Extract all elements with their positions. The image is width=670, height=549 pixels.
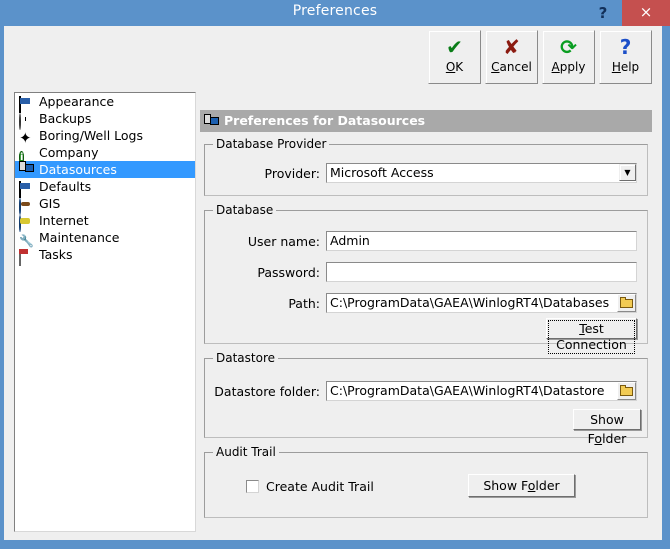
browse-datastore-folder-button[interactable] bbox=[617, 382, 636, 400]
check-icon: ✔ bbox=[446, 35, 463, 59]
chevron-down-icon[interactable]: ▼ bbox=[619, 164, 636, 181]
apply-button-label: Apply bbox=[551, 60, 586, 74]
sidebar-item-label: Backups bbox=[39, 111, 92, 126]
browse-folder-button[interactable] bbox=[617, 294, 636, 312]
close-icon[interactable]: × bbox=[622, 0, 670, 26]
sidebar-item-defaults[interactable]: Defaults bbox=[15, 178, 195, 198]
sidebar-item-label: Datasources bbox=[39, 162, 117, 177]
group-title: Database bbox=[213, 203, 277, 217]
title-bar: Preferences ? × bbox=[0, 0, 670, 26]
sidebar-item-label: Tasks bbox=[39, 247, 73, 262]
database-icon bbox=[19, 161, 35, 177]
audit-show-folder-button[interactable]: Show Folder bbox=[468, 474, 575, 497]
sidebar-item-label: Defaults bbox=[39, 179, 92, 194]
window-title: Preferences bbox=[292, 3, 378, 19]
group-title: Database Provider bbox=[213, 137, 330, 151]
group-title: Audit Trail bbox=[213, 445, 279, 459]
cancel-button[interactable]: ✘ Cancel bbox=[485, 30, 538, 84]
sidebar-item-label: Company bbox=[39, 145, 99, 160]
sidebar-item-label: GIS bbox=[39, 196, 61, 211]
datastore-show-folder-label: Show Folder bbox=[587, 412, 627, 446]
group-title: Datastore bbox=[213, 351, 279, 365]
test-connection-button[interactable]: Test Connection bbox=[546, 318, 637, 354]
ok-button[interactable]: ✔ OK bbox=[428, 30, 481, 84]
database-icon bbox=[204, 113, 220, 127]
sidebar-item-maintenance[interactable]: 🔧 Maintenance bbox=[15, 229, 195, 248]
preferences-panel: Preferences for Datasources Database Pro… bbox=[200, 92, 652, 532]
provider-label: Provider: bbox=[264, 166, 320, 181]
ok-button-label: OK bbox=[445, 60, 464, 74]
sidebar-item-label: Boring/Well Logs bbox=[39, 128, 143, 143]
database-provider-group: Database Provider Provider: Microsoft Ac… bbox=[204, 137, 648, 196]
test-connection-label: Test Connection bbox=[548, 320, 635, 354]
sidebar-item-boring-well-logs[interactable]: ✦ Boring/Well Logs bbox=[15, 127, 195, 146]
create-audit-trail-checkbox[interactable]: Create Audit Trail bbox=[246, 479, 374, 495]
cancel-button-label: Cancel bbox=[491, 60, 532, 74]
sidebar-item-datasources[interactable]: Datasources bbox=[15, 161, 195, 178]
tasks-icon bbox=[19, 249, 35, 266]
sidebar-item-label: Internet bbox=[39, 213, 89, 228]
help-button-label: Help bbox=[611, 60, 640, 74]
checkbox-box[interactable] bbox=[246, 480, 259, 493]
dialog-body: ✔ OK ✘ Cancel ⟳ Apply ? Help Appearance … bbox=[4, 26, 662, 540]
titlebar-help-icon[interactable]: ? bbox=[590, 0, 616, 26]
username-label: User name: bbox=[247, 234, 320, 249]
dialog-toolbar: ✔ OK ✘ Cancel ⟳ Apply ? Help bbox=[428, 30, 658, 86]
panel-header: Preferences for Datasources bbox=[200, 110, 652, 132]
help-button[interactable]: ? Help bbox=[599, 30, 652, 84]
datastore-show-folder-button[interactable]: Show Folder bbox=[573, 409, 641, 446]
panel-header-label: Preferences for Datasources bbox=[224, 113, 426, 128]
sidebar-item-company[interactable]: i Company bbox=[15, 144, 195, 164]
username-input[interactable]: Admin bbox=[326, 231, 637, 251]
category-list[interactable]: Appearance Backups ✦ Boring/Well Logs i Co… bbox=[14, 92, 196, 532]
preferences-window: Preferences ? × ✔ OK ✘ Cancel ⟳ Apply ? … bbox=[0, 0, 670, 549]
path-input[interactable]: C:\ProgramData\GAEA\WinlogRT4\Databases bbox=[326, 293, 637, 313]
datastore-group: Datastore Datastore folder: C:\ProgramDa… bbox=[204, 351, 648, 446]
sidebar-item-backups[interactable]: Backups bbox=[15, 110, 195, 130]
database-group: Database User name: Admin Password: Path… bbox=[204, 203, 648, 354]
sidebar-item-label: Maintenance bbox=[39, 230, 120, 245]
folder-icon bbox=[620, 297, 633, 308]
sidebar-item-appearance[interactable]: Appearance bbox=[15, 93, 195, 113]
sidebar-item-internet[interactable]: Internet bbox=[15, 212, 195, 232]
password-label: Password: bbox=[257, 265, 320, 280]
provider-select[interactable]: Microsoft Access bbox=[326, 163, 637, 183]
sidebar-item-label: Appearance bbox=[39, 94, 115, 109]
audit-trail-group: Audit Trail Create Audit Trail Show Fold… bbox=[204, 445, 648, 518]
apply-button[interactable]: ⟳ Apply bbox=[542, 30, 595, 84]
question-mark-icon: ? bbox=[619, 35, 632, 59]
folder-icon bbox=[620, 385, 633, 396]
datastore-folder-input[interactable]: C:\ProgramData\GAEA\WinlogRT4\Datastore bbox=[326, 381, 637, 401]
dialog-client-area: ✔ OK ✘ Cancel ⟳ Apply ? Help Appearance … bbox=[4, 26, 666, 544]
create-audit-trail-label: Create Audit Trail bbox=[266, 479, 374, 494]
password-input[interactable] bbox=[326, 262, 637, 282]
sidebar-item-gis[interactable]: GIS bbox=[15, 195, 195, 215]
refresh-icon: ⟳ bbox=[560, 35, 577, 59]
datastore-folder-label: Datastore folder: bbox=[214, 384, 320, 399]
audit-show-folder-label: Show Folder bbox=[483, 478, 560, 493]
sidebar-item-tasks[interactable]: Tasks bbox=[15, 246, 195, 266]
path-label: Path: bbox=[288, 296, 320, 311]
x-icon: ✘ bbox=[503, 35, 520, 59]
